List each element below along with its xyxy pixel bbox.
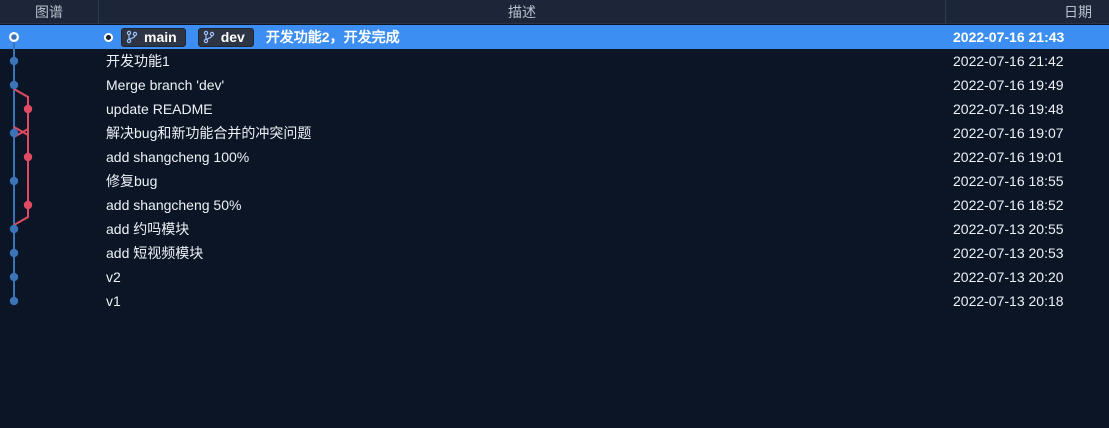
main-commit-node[interactable] <box>9 272 19 282</box>
commit-description: add shangcheng 100% <box>106 145 249 169</box>
commit-row[interactable]: 开发功能1 2022-07-16 21:42 <box>0 49 1109 73</box>
commit-message: add shangcheng 50% <box>106 197 242 213</box>
commit-message: 解决bug和新功能合并的冲突问题 <box>106 125 312 141</box>
branch-icon <box>126 30 138 44</box>
commit-message: update README <box>106 101 213 117</box>
commit-message: 开发功能2，开发完成 <box>265 29 400 45</box>
branch-ref-dev[interactable]: dev <box>197 27 254 47</box>
commit-message: add 短视频模块 <box>106 245 204 261</box>
graph-column-header[interactable]: 图谱 <box>0 0 99 24</box>
commit-description: 开发功能1 <box>106 49 170 73</box>
branch-ref-label: main <box>144 28 177 45</box>
commit-date: 2022-07-16 21:42 <box>953 53 1064 69</box>
selected-commit-node-core <box>11 34 17 40</box>
branch-ref-label: dev <box>220 28 245 45</box>
commit-date: 2022-07-16 19:48 <box>953 101 1064 117</box>
head-marker-icon <box>104 32 113 42</box>
commit-message: add 约吗模块 <box>106 221 190 237</box>
main-commit-node[interactable] <box>9 176 19 186</box>
commit-message: 修复bug <box>106 173 158 189</box>
main-commit-node[interactable] <box>9 56 19 66</box>
commit-row[interactable]: v1 2022-07-13 20:18 <box>0 289 1109 313</box>
commit-row[interactable]: add 短视频模块 2022-07-13 20:53 <box>0 241 1109 265</box>
commit-row[interactable]: add shangcheng 50% 2022-07-16 18:52 <box>0 193 1109 217</box>
commit-row[interactable]: add shangcheng 100% 2022-07-16 19:01 <box>0 145 1109 169</box>
commit-message: add shangcheng 100% <box>106 149 250 165</box>
main-commit-node[interactable] <box>9 296 19 306</box>
branch-ref-main[interactable]: main <box>121 27 186 47</box>
dev-commit-node[interactable] <box>23 104 33 114</box>
commit-row[interactable]: Merge branch 'dev' 2022-07-16 19:49 <box>0 73 1109 97</box>
commit-description: add 约吗模块 <box>106 217 189 241</box>
column-header: 图谱 描述 日期 <box>0 0 1109 24</box>
commit-description: 修复bug <box>106 169 157 193</box>
main-commit-node[interactable] <box>9 224 19 234</box>
commit-message: 开发功能1 <box>106 53 170 69</box>
commit-description: main dev 开发功能2，开发完成 <box>104 25 400 49</box>
commit-date: 2022-07-13 20:20 <box>953 269 1064 285</box>
commit-date: 2022-07-13 20:53 <box>953 245 1064 261</box>
commit-message: v2 <box>106 269 121 285</box>
commit-list: main dev 开发功能2，开发完成 2022-07-16 21:43 开发功能1 20… <box>0 25 1109 313</box>
branch-icon <box>203 30 214 44</box>
commit-description: v1 <box>106 289 121 313</box>
commit-date: 2022-07-13 20:55 <box>953 221 1064 237</box>
commit-row[interactable]: v2 2022-07-13 20:20 <box>0 265 1109 289</box>
date-column-header[interactable]: 日期 <box>946 0 1109 24</box>
commit-row[interactable]: 修复bug 2022-07-16 18:55 <box>0 169 1109 193</box>
commit-description: add 短视频模块 <box>106 241 203 265</box>
commit-row[interactable]: 解决bug和新功能合并的冲突问题 2022-07-16 19:07 <box>0 121 1109 145</box>
commit-date: 2022-07-16 21:43 <box>953 29 1065 45</box>
commit-row[interactable]: main dev 开发功能2，开发完成 2022-07-16 21:43 <box>0 25 1109 49</box>
commit-message: v1 <box>106 293 121 309</box>
commit-date: 2022-07-16 18:55 <box>953 173 1064 189</box>
commit-description: add shangcheng 50% <box>106 193 241 217</box>
dev-commit-node[interactable] <box>23 152 33 162</box>
commit-description: Merge branch 'dev' <box>106 73 224 97</box>
commit-date: 2022-07-13 20:18 <box>953 293 1064 309</box>
commit-date: 2022-07-16 19:49 <box>953 77 1064 93</box>
commit-date: 2022-07-16 18:52 <box>953 197 1064 213</box>
description-column-header[interactable]: 描述 <box>99 0 946 24</box>
main-commit-node[interactable] <box>9 80 19 90</box>
commit-date: 2022-07-16 19:01 <box>953 149 1064 165</box>
commit-date: 2022-07-16 19:07 <box>953 125 1064 141</box>
main-commit-node[interactable] <box>9 128 19 138</box>
commit-description: v2 <box>106 265 121 289</box>
main-commit-node[interactable] <box>9 248 19 258</box>
commit-graph <box>9 32 33 306</box>
commit-description: 解决bug和新功能合并的冲突问题 <box>106 121 311 145</box>
dev-commit-node[interactable] <box>23 200 33 210</box>
commit-message: Merge branch 'dev' <box>106 77 225 93</box>
commit-row[interactable]: update README 2022-07-16 19:48 <box>0 97 1109 121</box>
commit-description: update README <box>106 97 213 121</box>
commit-row[interactable]: add 约吗模块 2022-07-13 20:55 <box>0 217 1109 241</box>
git-history-window: 图谱 描述 日期 main dev 开发功能2，开发完成 2022-07-16 21:… <box>0 0 1109 428</box>
